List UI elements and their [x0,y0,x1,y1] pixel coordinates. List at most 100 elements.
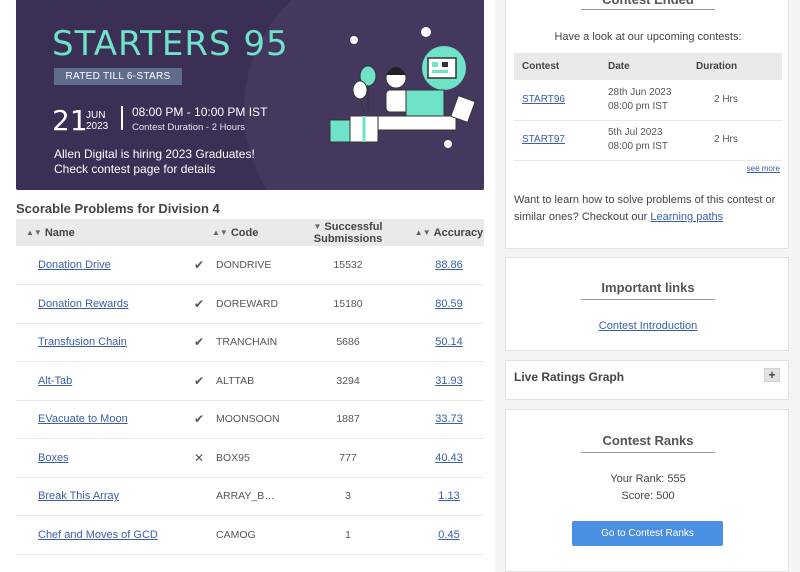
accuracy-link[interactable]: 88.86 [435,259,463,271]
problem-link[interactable]: Donation Drive [38,259,111,271]
solved-check-icon: ✔ [186,246,212,285]
problem-link[interactable]: Alt-Tab [38,375,72,387]
sort-icon: ▲▼ [212,227,228,237]
problem-link[interactable]: EVacuate to Moon [38,413,128,425]
learning-paths-prompt: Want to learn how to solve problems of t… [514,194,776,223]
status-cell [186,515,212,555]
solved-check-icon: ✔ [186,361,212,401]
important-links-title: Important links [581,280,715,300]
problem-link[interactable]: Transfusion Chain [38,336,127,348]
contest-date: 28th Jun 2023 [608,86,672,98]
solved-check-icon: ✔ [186,323,212,362]
contest-link[interactable]: START96 [522,94,565,105]
solved-check-icon: ✔ [186,284,212,324]
accuracy-link[interactable]: 31.93 [435,375,463,387]
important-links-card: Important links Contest Introduction [505,257,789,351]
left-panel: STARTERS 95 RATED TILL 6-STARS 21 JUN 20… [0,0,495,572]
your-rank-text: Your Rank: 555 [610,473,686,485]
score-text: Score: 500 [621,490,675,502]
contest-duration-cell: 2 Hrs [688,120,782,161]
contest-link[interactable]: START97 [522,134,565,145]
upcoming-contests-table: Contest Date Duration START96 28th Jun 2… [514,53,782,161]
problem-code: BOX95 [212,438,282,478]
accuracy-link[interactable]: 50.14 [435,336,463,348]
problem-link[interactable]: Donation Rewards [38,298,129,310]
problem-code: DONDRIVE [212,246,282,285]
learning-paths-link[interactable]: Learning paths [650,211,723,223]
problem-code: DOREWARD [212,284,282,324]
live-ratings-graph-card[interactable]: Live Ratings Graph + [505,360,789,400]
expand-plus-icon[interactable]: + [764,368,780,382]
contest-ranks-card: Contest Ranks Your Rank: 555 Score: 500 … [505,409,789,572]
problem-code: MOONSOON [212,400,282,439]
table-row: Boxes ✕ BOX95 777 40.43 [16,438,484,478]
problem-link[interactable]: Chef and Moves of GCD [38,529,158,541]
contest-time: 08:00 pm IST [608,141,669,152]
contest-duration-cell: 2 Hrs [688,80,782,121]
submissions-header-label: Successful Submissions [313,220,383,245]
duration-column-header: Duration [688,53,782,80]
banner-illustration [329,27,476,148]
problem-code: ARRAY_B… [212,477,282,516]
accuracy-column-header[interactable]: ▲▼ Accuracy [414,219,484,246]
live-ratings-graph-title: Live Ratings Graph [514,370,625,384]
accuracy-link[interactable]: 33.73 [435,413,463,425]
successful-submissions: 15180 [282,284,414,324]
hiring-text: Allen Digital is hiring 2023 Graduates! [54,147,255,161]
learning-paths-text: Want to learn how to solve problems of t… [514,192,782,226]
time-range: 08:00 PM - 10:00 PM IST [132,105,268,119]
date-day: 21 [52,104,88,137]
problem-code: CAMOG [212,515,282,555]
problem-code: ALTTAB [212,361,282,401]
sort-icon: ▲▼ [26,227,42,237]
table-row: Transfusion Chain ✔ TRANCHAIN 5686 50.14 [16,323,484,362]
accuracy-link[interactable]: 0.45 [438,529,459,541]
contest-introduction-link[interactable]: Contest Introduction [599,320,697,332]
upcoming-contest-row: START96 28th Jun 2023 08:00 pm IST 2 Hrs [514,80,782,121]
upcoming-contests-text: Have a look at our upcoming contests: [554,31,742,43]
contest-date: 5th Jul 2023 [608,127,663,138]
code-header-label: Code [230,226,259,239]
table-row: Chef and Moves of GCD CAMOG 1 0.45 [16,515,484,555]
contest-banner[interactable]: STARTERS 95 RATED TILL 6-STARS 21 JUN 20… [16,0,484,190]
table-row: Alt-Tab ✔ ALTTAB 3294 31.93 [16,361,484,401]
upcoming-header-row: Contest Date Duration [514,53,782,80]
go-to-contest-ranks-button[interactable]: Go to Contest Ranks [572,521,723,546]
name-header-label: Name [44,226,75,239]
problem-link[interactable]: Boxes [38,452,69,464]
successful-submissions: 777 [282,438,414,478]
accuracy-link[interactable]: 80.59 [435,298,463,310]
table-row: EVacuate to Moon ✔ MOONSOON 1887 33.73 [16,400,484,439]
submissions-column-header[interactable]: ▼ Successful Submissions [282,219,414,246]
successful-submissions: 3 [282,477,414,516]
sort-desc-icon: ▼ [313,221,322,231]
contest-ranks-title: Contest Ranks [581,433,715,453]
accuracy-link[interactable]: 40.43 [435,452,463,464]
see-more-link[interactable]: see more [747,164,780,173]
solved-check-icon: ✔ [186,400,212,439]
date-month: JUN [86,110,106,121]
table-row: Donation Rewards ✔ DOREWARD 15180 80.59 [16,284,484,324]
name-column-header[interactable]: ▲▼ Name [16,219,212,246]
hiring-subtext: Check contest page for details [54,162,216,176]
banner-title: STARTERS 95 [52,24,289,64]
table-row: Break This Array ARRAY_B… 3 1.13 [16,477,484,516]
rated-badge: RATED TILL 6-STARS [54,68,182,85]
table-header-row: ▲▼ Name ▲▼ Code ▼ Successful Submissions ▲▼… [16,219,484,246]
contest-time: 08:00 pm IST [608,100,669,112]
problems-table: ▲▼ Name ▲▼ Code ▼ Successful Submissions ▲▼… [16,219,484,555]
problem-link[interactable]: Break This Array [38,490,119,502]
accuracy-header-label: Accuracy [433,226,484,239]
sort-icon: ▲▼ [414,227,431,237]
status-cell [186,477,212,516]
wrong-cross-icon: ✕ [186,438,212,478]
problem-code: TRANCHAIN [212,323,282,362]
successful-submissions: 1887 [282,400,414,439]
successful-submissions: 1 [282,515,414,555]
accuracy-link[interactable]: 1.13 [438,490,459,502]
code-column-header[interactable]: ▲▼ Code [212,219,282,246]
successful-submissions: 15532 [282,246,414,285]
upcoming-contest-row: START97 5th Jul 2023 08:00 pm IST 2 Hrs [514,120,782,161]
date-column-header: Date [600,53,688,80]
contest-ended-card: Contest Ended Have a look at our upcomin… [505,0,789,249]
